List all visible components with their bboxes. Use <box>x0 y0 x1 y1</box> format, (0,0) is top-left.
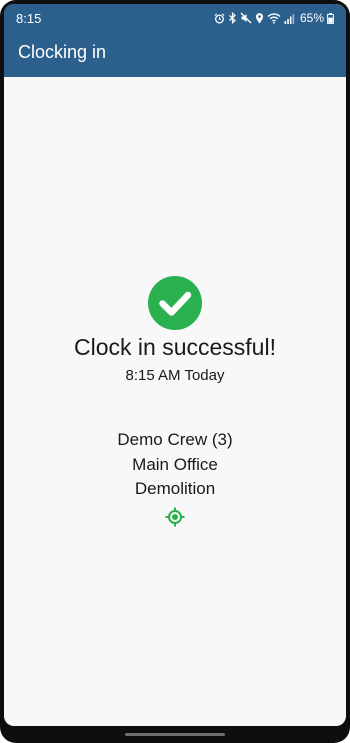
success-message: Clock in successful! <box>74 334 276 360</box>
battery-icon <box>327 12 334 24</box>
status-bar: 8:15 65% <box>4 4 346 32</box>
battery-percent: 65% <box>299 11 324 25</box>
phone-frame: 8:15 65% Clocking in Clock in successful… <box>0 0 350 743</box>
bluetooth-icon <box>229 12 236 24</box>
clock-in-time: 8:15 AM Today <box>125 367 225 384</box>
gps-target-icon[interactable] <box>165 507 185 527</box>
task-name: Demolition <box>134 479 216 498</box>
location-pin-icon <box>255 13 263 24</box>
screen: 8:15 65% Clocking in Clock in successful… <box>4 4 346 726</box>
alarm-icon <box>214 12 225 23</box>
status-time: 8:15 <box>16 11 42 26</box>
status-icons: 65% <box>214 11 334 25</box>
signal-icon <box>284 13 295 24</box>
office-name: Main Office <box>132 455 218 474</box>
wifi-icon <box>267 13 281 24</box>
mute-icon <box>240 12 252 24</box>
home-indicator[interactable] <box>125 733 225 736</box>
clock-in-result: Clock in successful! 8:15 AM Today Demo … <box>4 77 346 726</box>
crew-name: Demo Crew (3) <box>117 430 233 449</box>
check-circle-icon <box>148 276 202 330</box>
top-bar: 8:15 65% Clocking in <box>4 4 346 77</box>
page-title: Clocking in <box>18 42 107 62</box>
